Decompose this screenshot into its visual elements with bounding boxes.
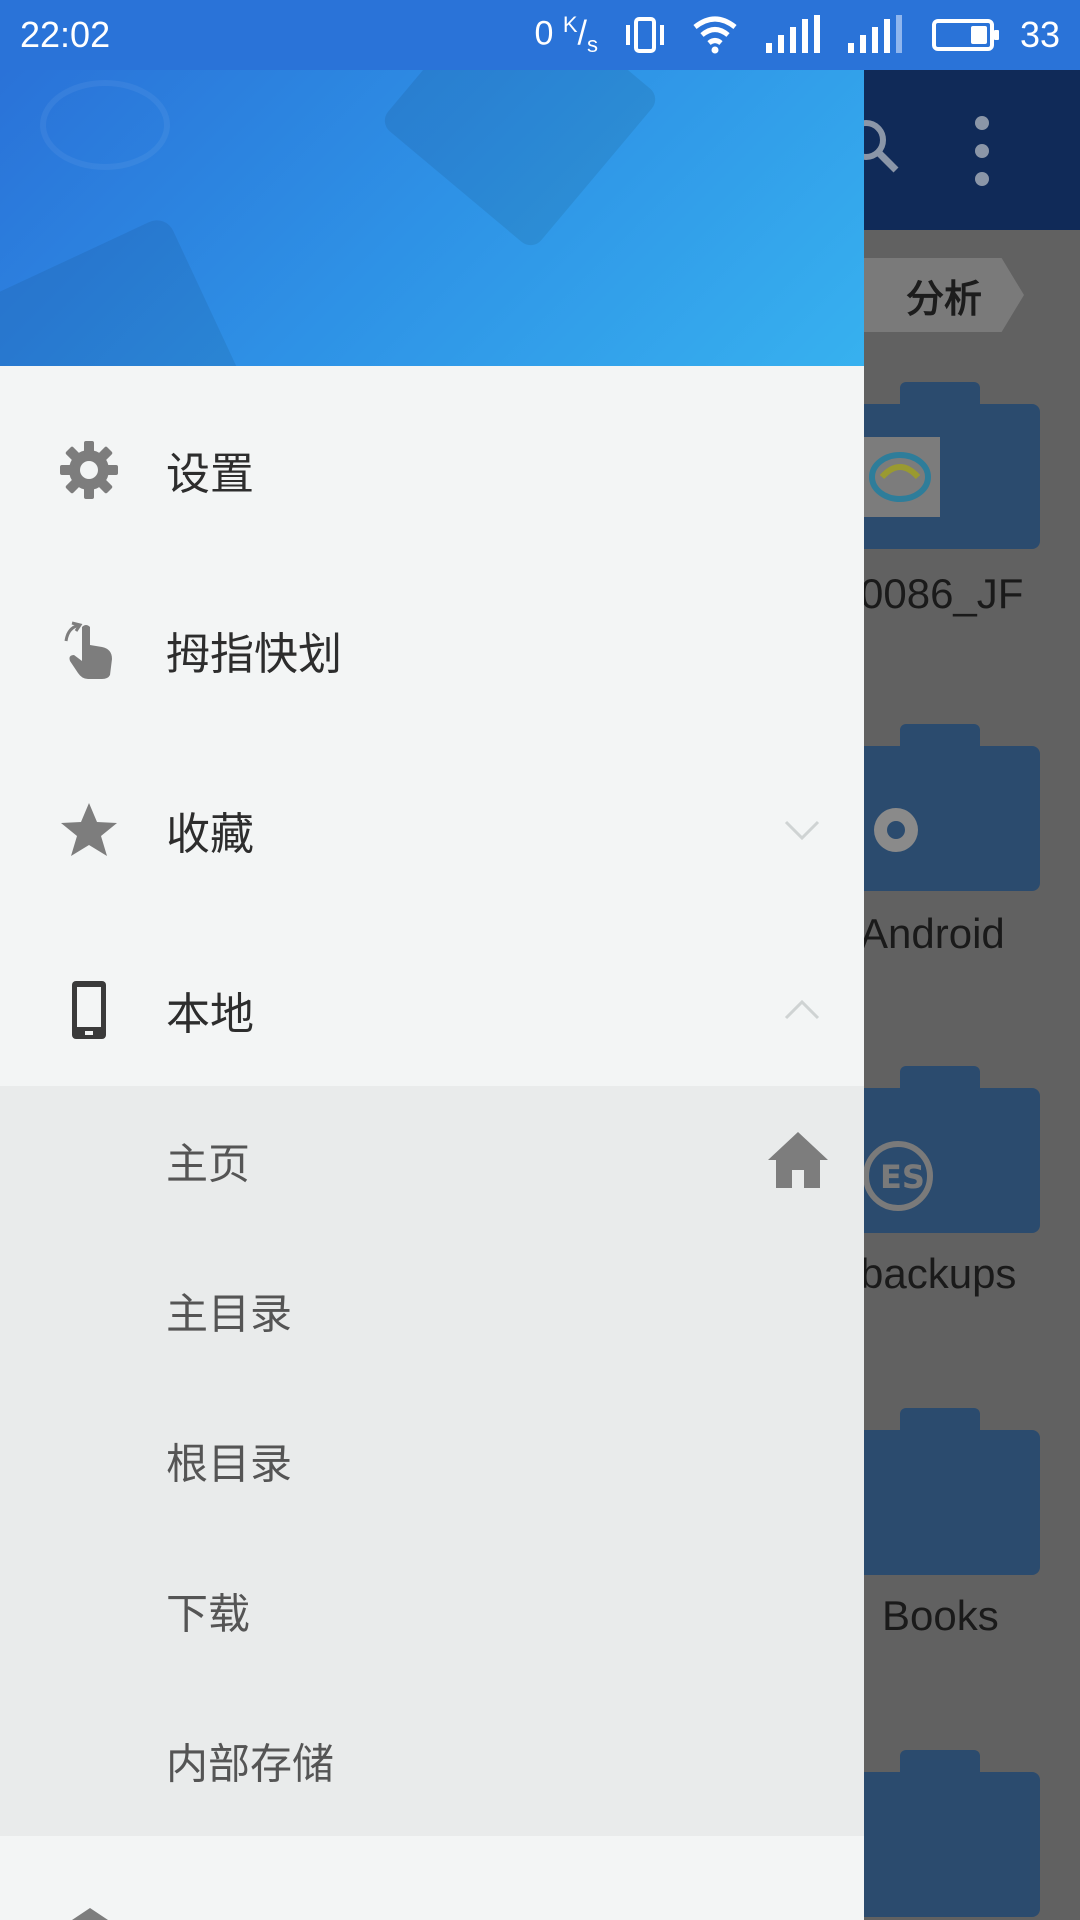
chevron-up-icon[interactable]: [782, 990, 822, 1030]
menu-label: 本地: [166, 989, 254, 1040]
menu-item-favorites[interactable]: 收藏: [0, 740, 864, 920]
es-badge-icon: ES: [863, 1141, 933, 1211]
menu-label: 设置: [166, 449, 254, 500]
drawer-header: [0, 70, 864, 366]
submenu-label: 根目录: [166, 1439, 293, 1489]
folder-icon[interactable]: [840, 1408, 1040, 1578]
settings-badge-icon: [874, 808, 918, 852]
folder-name[interactable]: 0086_JF: [860, 570, 1080, 618]
submenu-label: 主目录: [166, 1289, 293, 1339]
menu-label: 拇指快划: [166, 629, 342, 680]
phone-icon: [58, 979, 120, 1041]
submenu-label: 内部存储: [166, 1739, 335, 1789]
submenu-label: 主页: [166, 1139, 251, 1189]
battery-level: 33: [1019, 14, 1060, 55]
star-icon: [58, 799, 120, 861]
status-bar: 22:02 0 K/s 33: [0, 0, 1080, 70]
local-submenu: 主页 主目录 根目录 下载 内部存储: [0, 1086, 864, 1836]
menu-item-thumb-swipe[interactable]: 拇指快划: [0, 560, 864, 740]
network-speed-unit-bottom: s: [586, 32, 598, 58]
folder-icon[interactable]: ES: [840, 1066, 1040, 1236]
folder-name[interactable]: Books: [882, 1592, 1080, 1640]
swipe-hand-icon: [58, 619, 120, 681]
menu-item-local[interactable]: 本地: [0, 920, 864, 1100]
home-icon[interactable]: [766, 1128, 830, 1192]
menu-item-settings[interactable]: 设置: [0, 380, 864, 560]
menu-label: 收藏: [166, 809, 254, 860]
battery-icon: [931, 19, 999, 51]
folder-name[interactable]: backups: [860, 1250, 1080, 1298]
more-options-icon[interactable]: [970, 116, 994, 196]
folder-icon[interactable]: [840, 724, 1040, 894]
signal-icon: [847, 15, 902, 53]
submenu-item-downloads[interactable]: 下载: [0, 1536, 864, 1686]
svg-text:ES: ES: [880, 1158, 925, 1196]
gear-icon: [58, 439, 120, 501]
submenu-label: 下载: [166, 1589, 251, 1639]
chevron-down-icon[interactable]: [782, 810, 822, 850]
vibrate-icon: [625, 17, 664, 53]
wifi-icon: [693, 16, 737, 54]
folder-icon[interactable]: [840, 1750, 1040, 1920]
folder-icon[interactable]: [840, 382, 1040, 552]
status-icons: 0 K/s 33: [534, 12, 1060, 58]
network-speed: 0 K/s: [534, 11, 598, 58]
network-speed-value: 0: [534, 14, 554, 53]
folder-name[interactable]: Android: [860, 910, 1080, 958]
navigation-drawer: 设置 拇指快划 收藏 本地 主页 主目录 根目录 下载 内部存储: [0, 70, 864, 1920]
signal-4g-icon: [765, 15, 820, 53]
carrier-logo-icon: [860, 437, 940, 517]
breadcrumb[interactable]: 分析: [864, 258, 1024, 332]
network-speed-unit-top: K: [562, 11, 578, 37]
submenu-item-home[interactable]: 主页: [0, 1086, 864, 1236]
status-time: 22:02: [20, 14, 111, 55]
submenu-item-root-directory[interactable]: 根目录: [0, 1386, 864, 1536]
submenu-item-internal-storage[interactable]: 内部存储: [0, 1686, 864, 1836]
submenu-item-home-directory[interactable]: 主目录: [0, 1236, 864, 1386]
next-menu-icon: [72, 1908, 108, 1920]
